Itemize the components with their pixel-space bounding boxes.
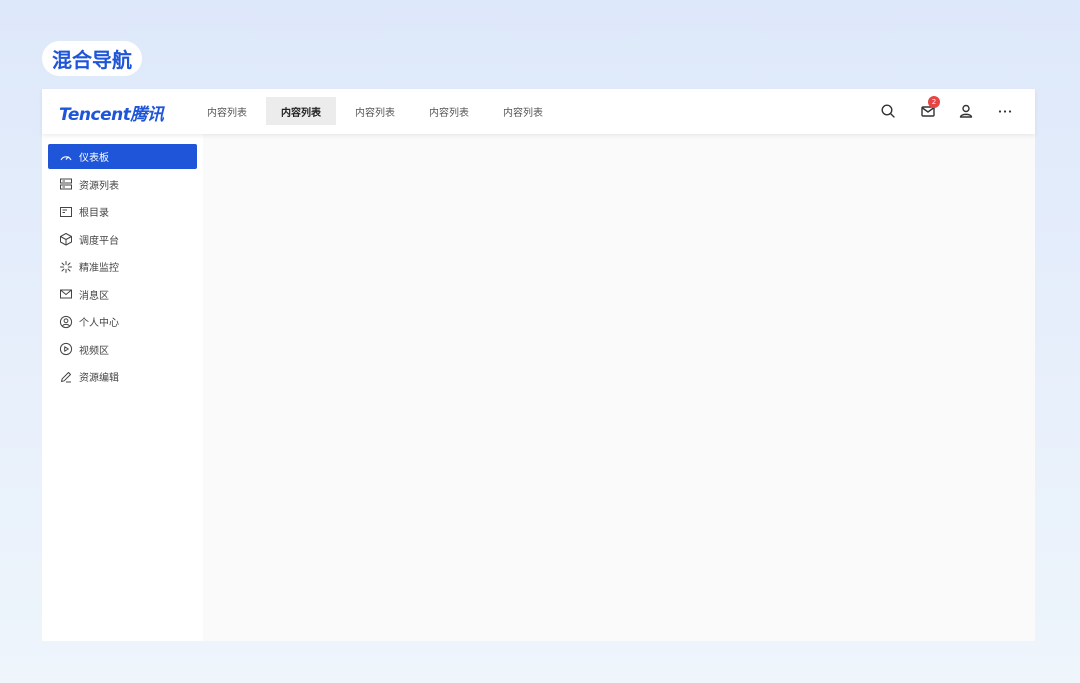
sidebar-item-label: 根目录 [79,208,109,219]
messages-button[interactable]: 2 [918,96,940,121]
app-window: Tencent腾讯 内容列表 内容列表 内容列表 内容列表 内容列表 2 仪表板 [42,89,1035,641]
sidebar-item-personal-center[interactable]: 个人中心 [48,309,197,334]
sidebar-item-label: 仪表板 [79,153,109,164]
more-horizontal-icon [998,110,1012,113]
edit-icon [59,370,73,384]
sidebar-item-label: 调度平台 [79,235,119,247]
folder-icon [59,205,73,219]
sidebar-item-label: 精准监控 [79,263,119,274]
sidebar-item-label: 资源列表 [79,180,119,192]
sidebar-item-label: 消息区 [79,290,109,302]
search-button[interactable] [878,101,898,121]
mail-icon [59,287,73,301]
tab-content-list-3[interactable]: 内容列表 [340,97,410,125]
sidebar-item-video[interactable]: 视频区 [48,337,197,362]
sidebar-item-resource-list[interactable]: 资源列表 [48,172,197,197]
tab-content-list-2[interactable]: 内容列表 [266,97,336,125]
main-content-area [203,134,1035,641]
sidebar-item-label: 个人中心 [79,318,119,329]
sidebar-item-resource-edit[interactable]: 资源编辑 [48,364,197,389]
tab-content-list-5[interactable]: 内容列表 [488,97,558,125]
sidebar-item-label: 资源编辑 [79,373,119,384]
cube-icon [59,232,73,246]
user-button[interactable] [956,101,976,121]
top-nav-tabs: 内容列表 内容列表 内容列表 内容列表 内容列表 [192,97,562,125]
sidebar: 仪表板 资源列表 根目录 调度平台 精准监控 消息区 个人中心 视频区 资源编辑 [42,134,203,641]
sidebar-item-label: 视频区 [79,345,109,357]
user-icon [959,104,973,118]
user-circle-icon [59,315,73,329]
sidebar-item-messages[interactable]: 消息区 [48,282,197,307]
play-circle-icon [59,342,73,356]
more-button[interactable] [995,101,1015,121]
sidebar-item-precision-monitoring[interactable]: 精准监控 [48,254,197,279]
header-bar: Tencent腾讯 内容列表 内容列表 内容列表 内容列表 内容列表 2 [42,89,1035,134]
sidebar-item-dashboard[interactable]: 仪表板 [48,144,197,169]
sidebar-item-scheduling-platform[interactable]: 调度平台 [48,227,197,252]
message-count-badge: 2 [928,96,940,108]
brand-logo[interactable]: Tencent腾讯 [59,100,164,125]
tab-content-list-1[interactable]: 内容列表 [192,97,262,125]
loading-icon [59,260,73,274]
search-icon [881,104,895,118]
sidebar-item-root-directory[interactable]: 根目录 [48,199,197,224]
tab-content-list-4[interactable]: 内容列表 [414,97,484,125]
dashboard-icon [59,150,73,164]
server-icon [59,177,73,191]
page-title: 混合导航 [42,41,142,76]
